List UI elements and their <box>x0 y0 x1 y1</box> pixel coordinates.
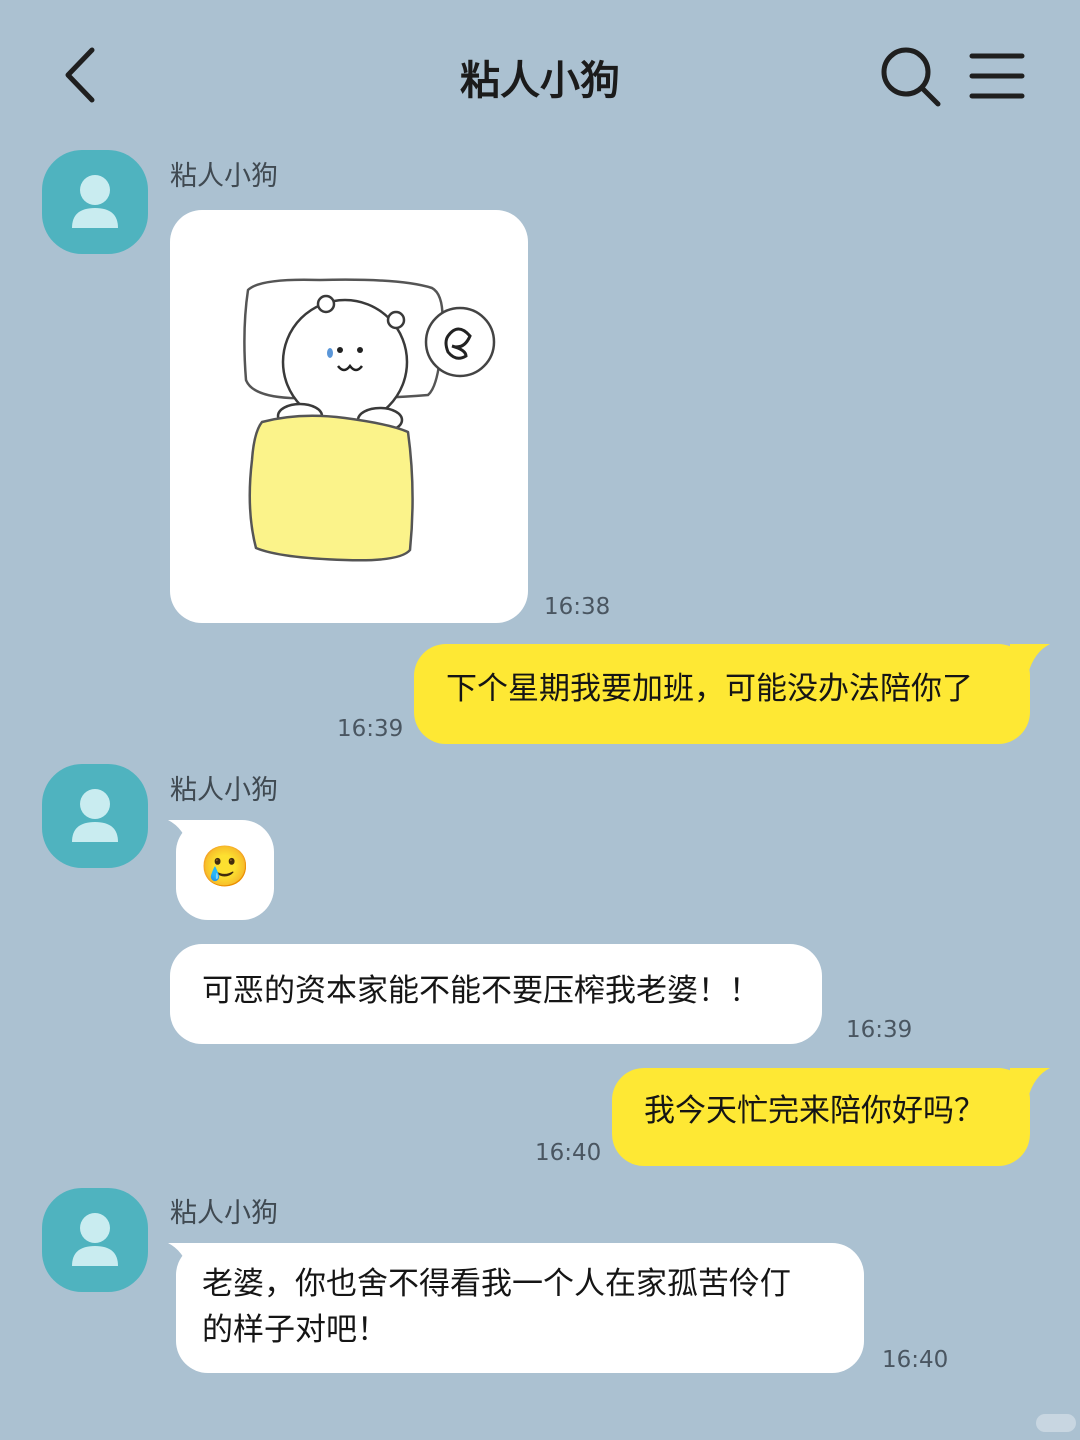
menu-icon <box>969 53 1025 99</box>
menu-button[interactable] <box>966 48 1028 104</box>
search-icon <box>881 47 941 107</box>
bubble-tail <box>1010 1068 1050 1098</box>
chat-header: 粘人小狗 <box>0 0 1080 150</box>
message-text-line: 老婆，你也舍不得看我一个人在家孤苦伶仃 <box>202 1266 791 1302</box>
incoming-message-bubble[interactable]: 老婆，你也舍不得看我一个人在家孤苦伶仃 的样子对吧！ <box>168 1243 864 1373</box>
outgoing-message-bubble[interactable]: 下个星期我要加班，可能没办法陪你了 <box>414 644 1050 744</box>
sticker-message[interactable] <box>170 210 528 623</box>
message-time: 16:39 <box>337 716 404 742</box>
contact-avatar[interactable] <box>42 1188 148 1292</box>
search-button[interactable] <box>878 44 944 110</box>
user-icon <box>72 1213 118 1266</box>
user-icon <box>72 789 118 842</box>
user-icon <box>72 175 118 228</box>
message-time: 16:38 <box>544 594 611 620</box>
sender-name: 粘人小狗 <box>170 1198 278 1229</box>
bubble-tail <box>1010 644 1050 674</box>
contact-avatar[interactable] <box>42 150 148 254</box>
emoji-crying-smile: 🥲 <box>200 844 250 890</box>
contact-avatar[interactable] <box>42 764 148 868</box>
message-text: 可恶的资本家能不能不要压榨我老婆！！ <box>202 973 760 1009</box>
message-text: 下个星期我要加班，可能没办法陪你了 <box>446 671 973 707</box>
sender-name: 粘人小狗 <box>170 775 278 806</box>
message-text-line: 的样子对吧！ <box>202 1312 388 1348</box>
sleeping-bear-sticker <box>243 278 496 562</box>
message-time: 16:40 <box>882 1347 949 1373</box>
message-time: 16:40 <box>535 1140 602 1166</box>
incoming-message-bubble[interactable]: 🥲 <box>168 820 274 920</box>
incoming-message-bubble[interactable]: 可恶的资本家能不能不要压榨我老婆！！ <box>170 944 822 1044</box>
sender-name: 粘人小狗 <box>170 161 278 192</box>
watermark-badge <box>1036 1414 1076 1432</box>
message-text: 我今天忙完来陪你好吗？ <box>644 1093 985 1129</box>
message-time: 16:39 <box>846 1017 913 1043</box>
outgoing-message-bubble[interactable]: 我今天忙完来陪你好吗？ <box>612 1068 1050 1166</box>
